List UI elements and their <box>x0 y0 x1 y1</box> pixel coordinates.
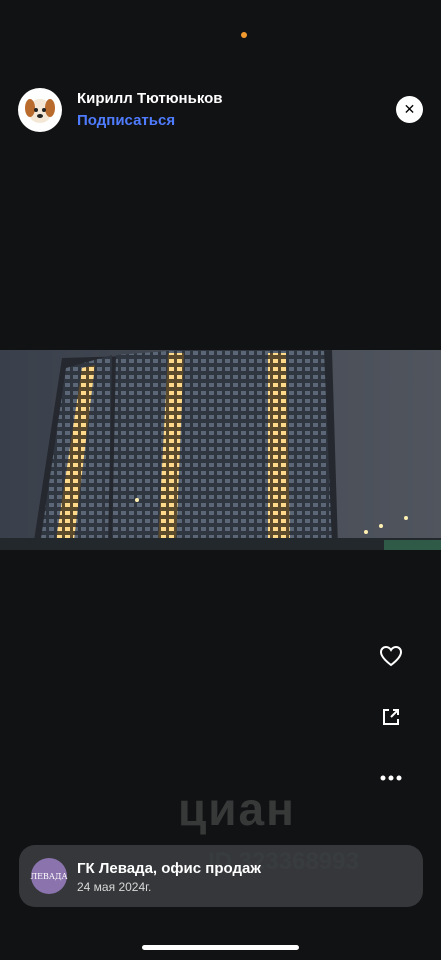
share-icon <box>383 709 399 725</box>
share-button[interactable] <box>377 703 405 731</box>
dog-emoji-icon <box>25 99 55 123</box>
cian-watermark: циан ID 323368993 <box>178 782 359 875</box>
subscribe-link[interactable]: Подписаться <box>77 112 175 129</box>
like-button[interactable] <box>377 642 405 670</box>
close-icon: ✕ <box>403 101 416 117</box>
agency-date: 24 мая 2024г. <box>77 880 152 894</box>
close-button[interactable]: ✕ <box>396 96 423 123</box>
author-avatar[interactable] <box>18 88 62 132</box>
agency-name: ГК Левада, офис продаж <box>77 860 261 877</box>
more-button[interactable] <box>377 764 405 792</box>
more-icon <box>380 775 402 781</box>
recording-dot <box>241 32 247 38</box>
story-photo <box>0 350 441 550</box>
watermark-brand: циан <box>178 783 296 835</box>
story-header: Кирилл Тютюньков Подписаться ✕ <box>18 88 423 132</box>
heart-icon <box>379 645 403 667</box>
agency-logo: ЛЕВАДА <box>31 858 68 894</box>
agency-card[interactable]: ЛЕВАДА ГК Левада, офис продаж 24 мая 202… <box>19 845 423 907</box>
home-indicator[interactable] <box>142 945 299 950</box>
author-name[interactable]: Кирилл Тютюньков <box>77 90 223 107</box>
